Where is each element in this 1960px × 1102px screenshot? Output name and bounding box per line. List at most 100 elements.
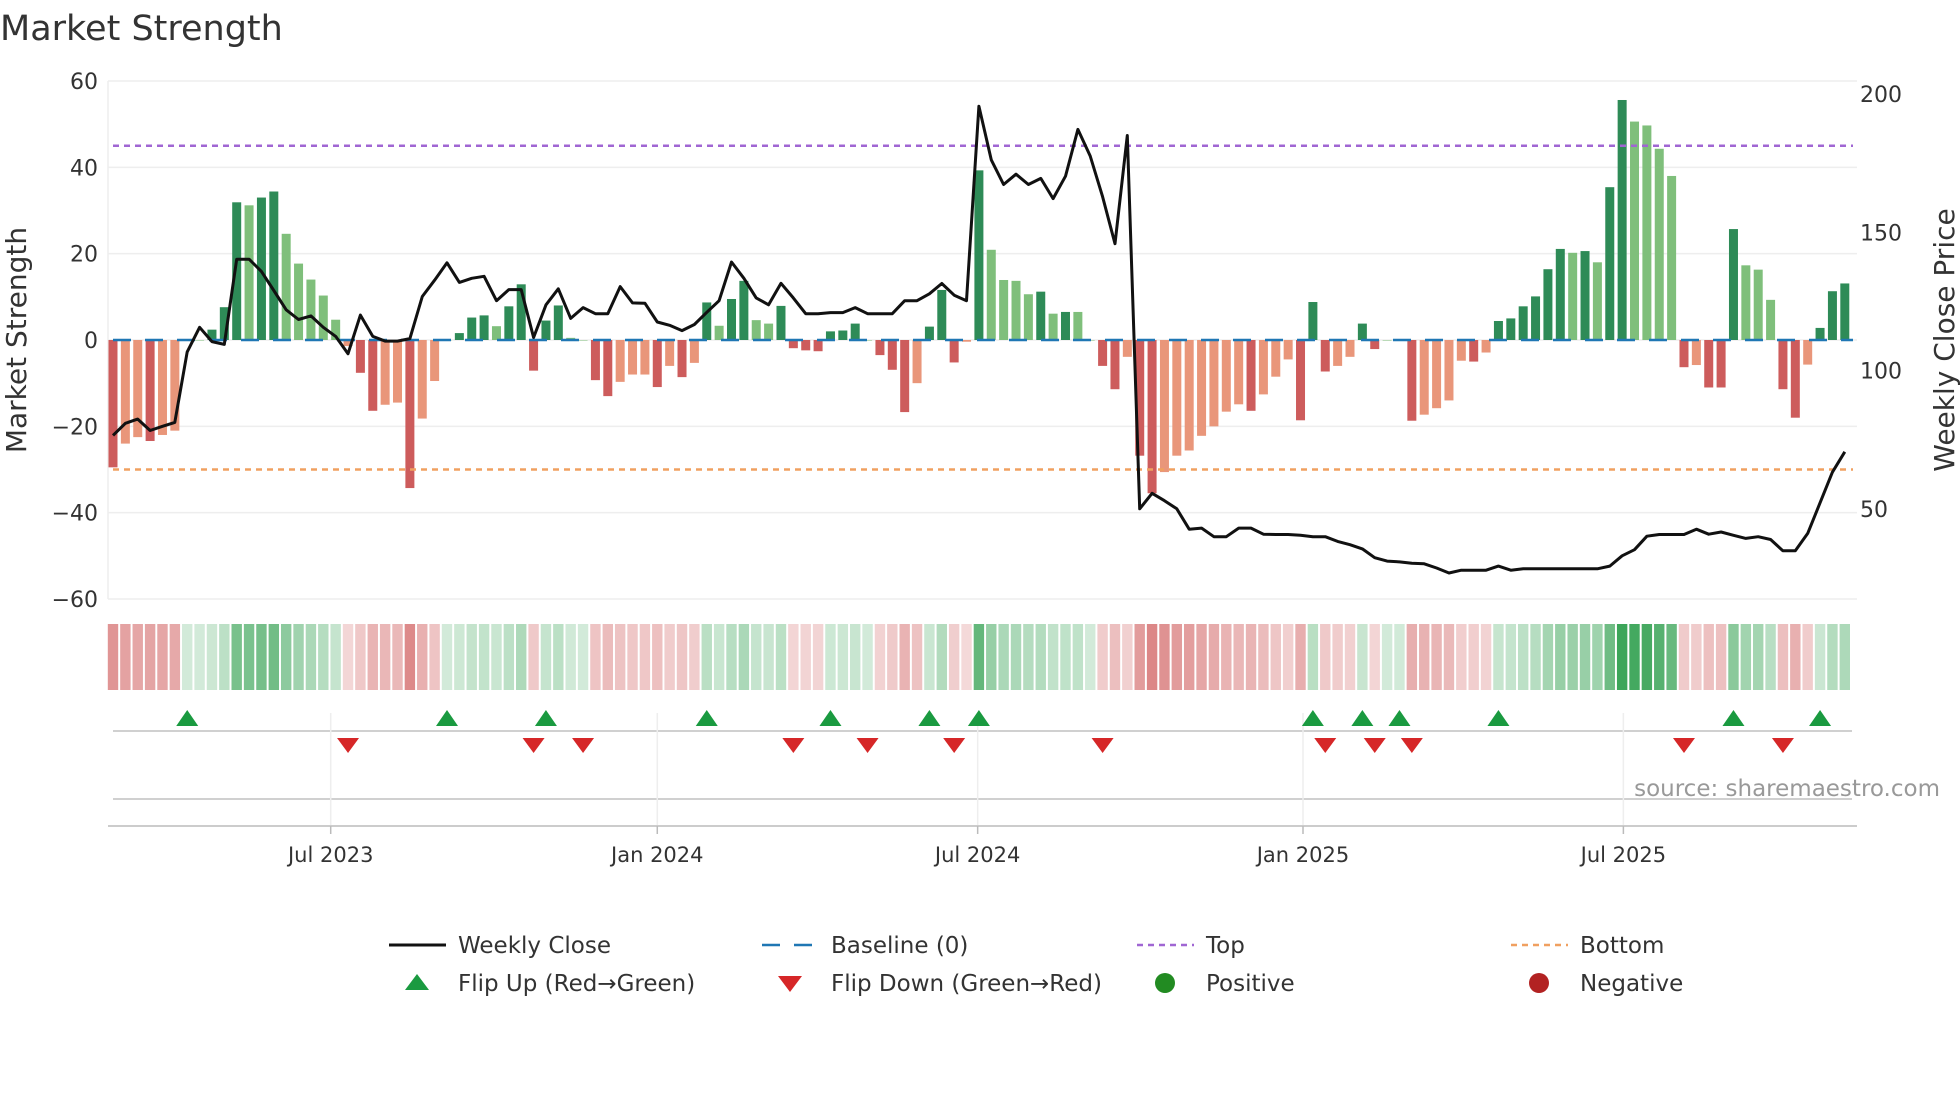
heat-cell <box>132 624 143 690</box>
strength-bar <box>974 170 984 340</box>
strength-bar <box>1827 291 1837 340</box>
strength-bar <box>430 340 440 382</box>
flip-down-marker <box>1314 738 1337 753</box>
strength-bar <box>1493 321 1503 340</box>
strength-bar <box>269 191 279 340</box>
heat-cell <box>528 624 539 690</box>
heat-cell <box>1109 624 1121 690</box>
strength-bars <box>108 99 1850 494</box>
heat-cell <box>850 624 861 690</box>
heat-cell <box>1542 624 1554 690</box>
legend: Weekly Close Baseline (0) Top Bottom Flip Up… <box>389 933 1683 997</box>
strength-bar <box>999 279 1009 340</box>
flip-up-marker <box>1301 710 1324 726</box>
heat-cell <box>911 624 923 690</box>
heat-cell <box>268 624 280 690</box>
strength-bar <box>1790 340 1800 418</box>
heat-cell <box>392 624 403 690</box>
heat-cell <box>738 624 750 690</box>
strength-bar <box>1048 313 1058 340</box>
strength-bar <box>1803 340 1813 365</box>
strength-bar <box>801 340 811 351</box>
heat-cell <box>404 624 416 690</box>
heat-cell <box>1468 624 1479 690</box>
heat-cell <box>614 624 626 690</box>
strength-bar <box>1518 306 1528 340</box>
heat-cell <box>639 624 651 690</box>
x-axis: Jul 2023 Jan 2024 Jul 2024 Jan 2025 Jul 2025 <box>108 825 1857 867</box>
y-tick-label: 20 <box>70 243 98 268</box>
heat-cell <box>1307 624 1319 690</box>
heat-cell <box>1678 624 1690 690</box>
strength-bar <box>1506 318 1516 340</box>
heat-cell <box>182 624 193 690</box>
legend-item-negative: Negative <box>1529 971 1683 997</box>
heat-cell <box>812 624 824 690</box>
strength-bar <box>405 340 415 489</box>
y-axis-title: Market Strength <box>0 227 33 453</box>
heat-cell <box>1579 624 1591 690</box>
heat-cell <box>1802 624 1813 690</box>
strength-bar <box>813 340 823 352</box>
heat-cell <box>1344 624 1356 690</box>
heat-cell <box>478 624 490 690</box>
legend-item-bottom: Bottom <box>1511 933 1664 959</box>
strength-bar <box>689 340 699 363</box>
heat-cell <box>516 624 527 690</box>
strength-bar <box>1159 340 1169 473</box>
heat-cell <box>330 624 341 690</box>
heat-cell <box>429 624 440 690</box>
heat-cell <box>1085 624 1096 690</box>
strength-bar <box>306 279 316 340</box>
flip-up-marker <box>435 710 458 726</box>
strength-bar <box>937 289 947 340</box>
flip-up-marker <box>534 710 557 726</box>
heat-cell <box>1641 624 1653 690</box>
heat-cell <box>1740 624 1752 690</box>
heat-cell <box>1060 624 1071 690</box>
heat-cell <box>1616 624 1628 690</box>
heat-cell <box>503 624 515 690</box>
flip-down-marker <box>1672 738 1695 753</box>
heat-cell <box>1443 624 1455 690</box>
strength-bar <box>1531 296 1541 340</box>
heat-cell <box>1146 624 1158 690</box>
strength-bar <box>1036 291 1046 340</box>
heat-cell <box>1715 624 1727 690</box>
heat-cell <box>293 624 304 690</box>
strength-bar <box>157 340 167 435</box>
heat-cell <box>1221 624 1232 690</box>
strength-bar <box>529 340 539 371</box>
x-tick-label: Jul 2025 <box>1579 843 1666 867</box>
heat-cell <box>1419 624 1430 690</box>
heat-cell <box>899 624 910 690</box>
strength-bar <box>1073 311 1083 340</box>
circle-icon <box>1529 973 1549 993</box>
strength-bar <box>1110 340 1120 390</box>
heat-cell <box>664 624 675 690</box>
strength-bar <box>1555 248 1565 340</box>
heat-cell <box>862 624 873 690</box>
strength-bar <box>850 323 860 340</box>
heat-cell <box>1369 624 1380 690</box>
heat-cell <box>973 624 985 690</box>
strength-bar <box>1840 283 1850 340</box>
y2-tick-label: 150 <box>1860 221 1902 246</box>
strength-bar <box>1382 340 1392 341</box>
strength-bar <box>1444 340 1454 401</box>
heat-cell <box>540 624 552 690</box>
heat-cell <box>417 624 428 690</box>
strength-bar <box>1580 251 1590 340</box>
heat-cell <box>1320 624 1331 690</box>
heat-cell <box>256 624 267 690</box>
legend-label: Negative <box>1580 971 1683 997</box>
heat-cell <box>1208 624 1220 690</box>
heat-cell <box>1171 624 1183 690</box>
legend-item-weekly-close: Weekly Close <box>389 933 611 959</box>
market-strength-chart: Market Strength Market Strength Weekly C… <box>0 9 1960 997</box>
flip-down-marker <box>782 738 805 753</box>
heat-cell <box>652 624 663 690</box>
heat-cell <box>986 624 997 690</box>
x-tick-label: Jul 2024 <box>933 843 1020 867</box>
heat-cell <box>1381 624 1393 690</box>
